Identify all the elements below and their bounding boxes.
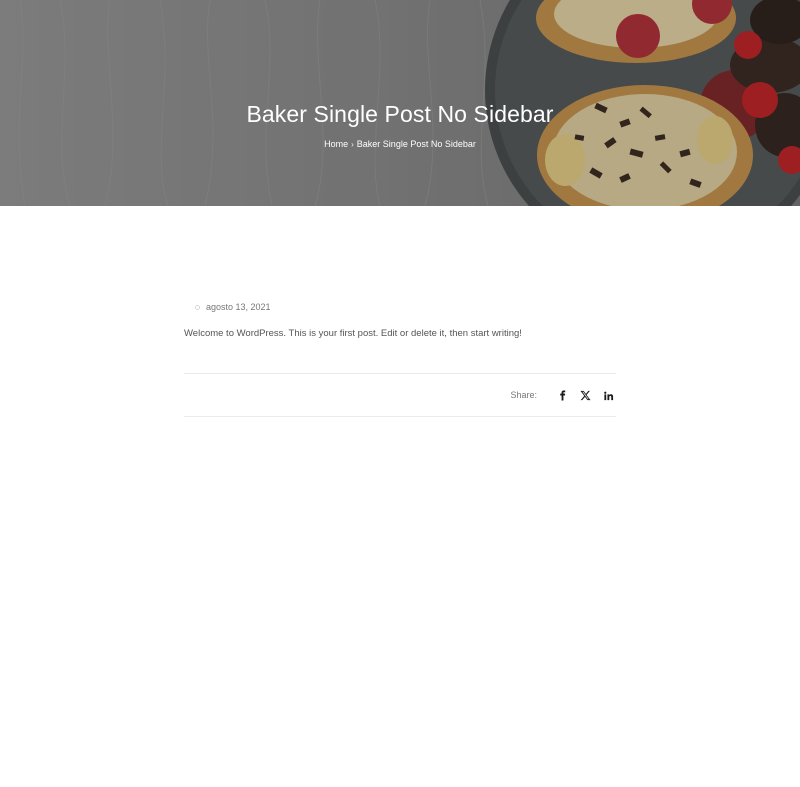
post-article: agosto 13, 2021 Welcome to WordPress. Th… bbox=[184, 300, 616, 351]
breadcrumb-home-link[interactable]: Home bbox=[324, 139, 348, 149]
breadcrumb: Home › Baker Single Post No Sidebar bbox=[0, 139, 800, 149]
share-facebook-button[interactable] bbox=[554, 387, 570, 403]
breadcrumb-current: Baker Single Post No Sidebar bbox=[356, 139, 476, 149]
post-meta: agosto 13, 2021 bbox=[184, 300, 616, 314]
facebook-icon bbox=[559, 389, 565, 401]
linkedin-icon bbox=[603, 391, 613, 400]
clock-icon bbox=[188, 302, 206, 316]
post-date-link[interactable]: agosto 13, 2021 bbox=[206, 302, 271, 312]
page-title: Baker Single Post No Sidebar bbox=[246, 101, 554, 127]
share-label: Share: bbox=[510, 390, 537, 400]
share-bar: Share: bbox=[184, 373, 616, 417]
page-hero: Baker Single Post No Sidebar Home › Baker … bbox=[0, 0, 800, 206]
hero-content: Baker Single Post No Sidebar Home › Baker … bbox=[0, 0, 800, 206]
post-body-text: Welcome to WordPress. This is your first… bbox=[184, 328, 522, 339]
x-twitter-icon bbox=[579, 390, 591, 400]
breadcrumb-separator-icon: › bbox=[351, 140, 354, 149]
share-x-button[interactable] bbox=[577, 387, 593, 403]
share-links: Share: bbox=[510, 374, 616, 416]
share-linkedin-button[interactable] bbox=[600, 387, 616, 403]
